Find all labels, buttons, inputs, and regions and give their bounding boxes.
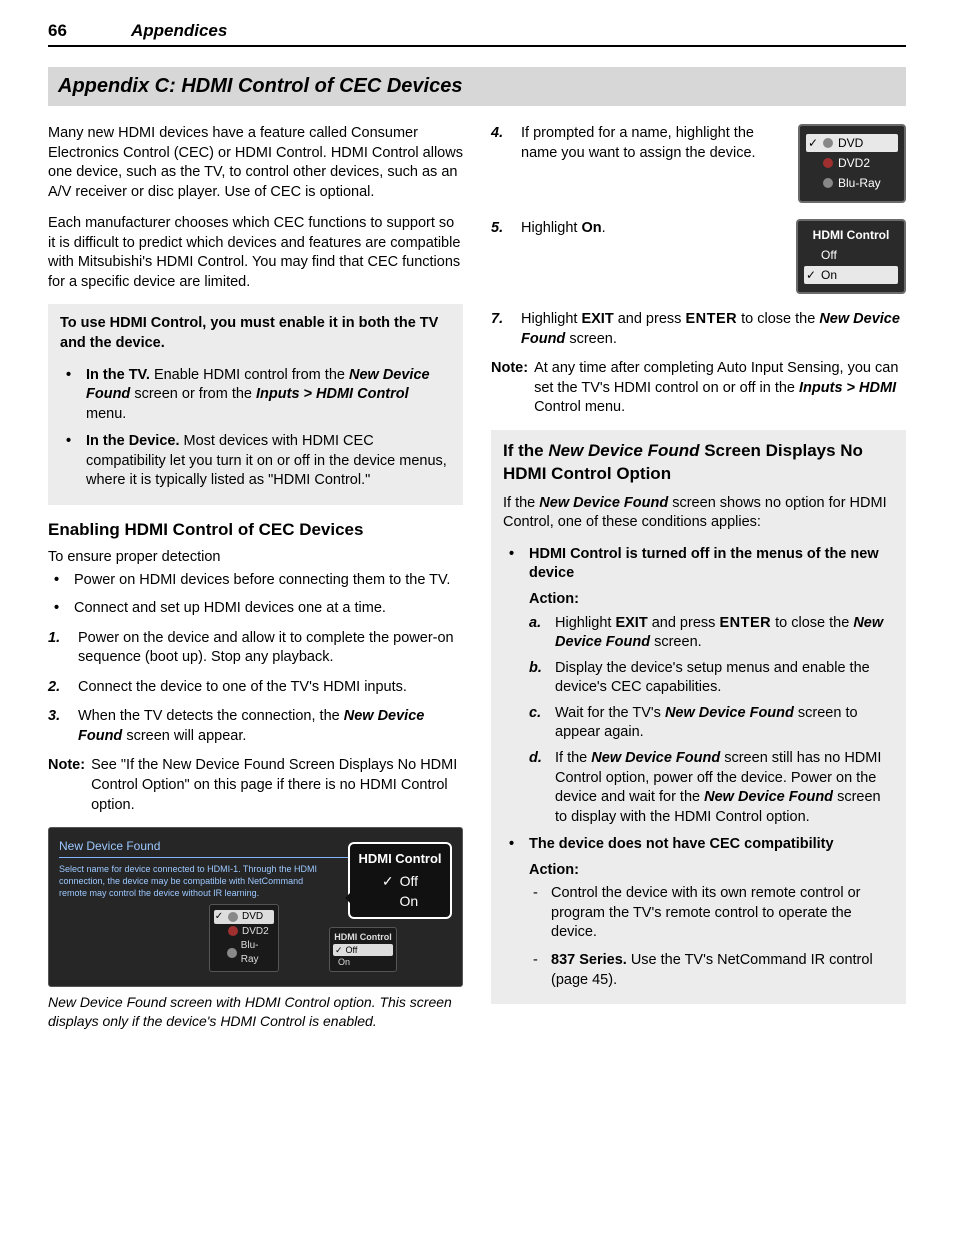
cond2-dash-2: 837 Series. Use the TV's NetCommand IR c… <box>529 951 894 990</box>
step-1: 1.Power on the device and allow it to co… <box>48 629 463 668</box>
cond2-dash-1: Control the device with its own remote c… <box>529 884 894 943</box>
box-lead: To use HDMI Control, you must enable it … <box>60 314 451 353</box>
ensure-text: To ensure proper detection <box>48 548 463 568</box>
intro-para-2: Each manufacturer chooses which CEC func… <box>48 214 463 292</box>
cond-2: The device does not have CEC compatibili… <box>503 835 894 990</box>
page-number: 66 <box>48 20 67 43</box>
step-2: 2.Connect the device to one of the TV's … <box>48 678 463 698</box>
shot-device-list: ✓DVD DVD2 Blu-Ray <box>209 904 279 972</box>
appendix-title-bar: Appendix C: HDMI Control of CEC Devices <box>48 67 906 106</box>
shot-desc: Select name for device connected to HDMI… <box>59 864 319 899</box>
shot-hdmi-callout: HDMI Control ✓Off ✓On <box>348 842 452 919</box>
right-column: 4. If prompted for a name, highlight the… <box>491 124 906 1043</box>
action-a: a.Highlight EXIT and press ENTER to clos… <box>529 614 894 653</box>
step-7: 7. Highlight EXIT and press ENTER to clo… <box>491 310 906 349</box>
box-bullet-tv: In the TV. Enable HDMI control from the … <box>60 366 451 425</box>
no-hdmi-option-box: If the New Device Found Screen Displays … <box>491 430 906 1004</box>
new-device-found-screenshot: New Device Found Select name for device … <box>48 827 463 987</box>
step-5-row: 5. Highlight On. HDMI Control Off ✓On <box>491 219 906 295</box>
step-3: 3.When the TV detects the connection, th… <box>48 707 463 746</box>
left-column: Many new HDMI devices have a feature cal… <box>48 124 463 1043</box>
enable-heading: Enabling HDMI Control of CEC Devices <box>48 519 463 542</box>
cond-1: HDMI Control is turned off in the menus … <box>503 545 894 827</box>
action-c: c.Wait for the TV's New Device Found scr… <box>529 704 894 743</box>
right-note: Note: At any time after completing Auto … <box>491 359 906 418</box>
device-name-box: ✓DVD DVD2 Blu-Ray <box>798 124 906 203</box>
box-bullet-device: In the Device. Most devices with HDMI CE… <box>60 432 451 491</box>
ensure-bullet-1: Power on HDMI devices before connecting … <box>48 571 463 591</box>
step-4-row: 4. If prompted for a name, highlight the… <box>491 124 906 203</box>
content-columns: Many new HDMI devices have a feature cal… <box>48 124 906 1043</box>
screenshot-caption: New Device Found screen with HDMI Contro… <box>48 993 463 1031</box>
ensure-bullet-2: Connect and set up HDMI devices one at a… <box>48 599 463 619</box>
section-name: Appendices <box>131 21 227 40</box>
page-header: 66 Appendices <box>48 20 906 47</box>
action-b: b.Display the device's setup menus and e… <box>529 659 894 698</box>
enable-both-box: To use HDMI Control, you must enable it … <box>48 304 463 505</box>
hdmi-control-box: HDMI Control Off ✓On <box>796 219 906 295</box>
shot-hdmi-small: HDMI Control ✓Off On <box>329 927 397 972</box>
no-hdmi-intro: If the New Device Found screen shows no … <box>503 494 894 533</box>
no-hdmi-heading: If the New Device Found Screen Displays … <box>503 440 894 486</box>
action-d: d.If the New Device Found screen still h… <box>529 749 894 827</box>
appendix-title: Appendix C: HDMI Control of CEC Devices <box>58 75 462 97</box>
left-note: Note: See "If the New Device Found Scree… <box>48 756 463 815</box>
intro-para-1: Many new HDMI devices have a feature cal… <box>48 124 463 202</box>
